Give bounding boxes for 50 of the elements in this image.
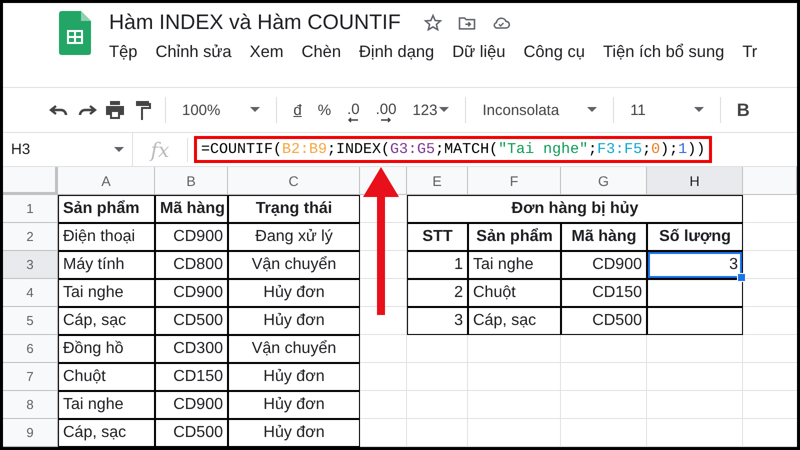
- increase-decimals-button[interactable]: .00: [370, 94, 402, 126]
- column-header[interactable]: G: [561, 167, 647, 195]
- cell-reference: H3: [11, 141, 30, 158]
- currency-button[interactable]: đ: [287, 98, 308, 122]
- row-header[interactable]: 3: [3, 251, 58, 279]
- menu-item[interactable]: Xem: [250, 41, 293, 64]
- caret-icon: [587, 107, 598, 113]
- font-size-dropdown[interactable]: 11: [624, 98, 710, 122]
- print-icon[interactable]: [103, 98, 127, 122]
- percent-button[interactable]: %: [312, 98, 338, 122]
- column-header[interactable]: C: [228, 167, 360, 195]
- caret-icon: [250, 107, 260, 113]
- menu-item[interactable]: Tr: [742, 41, 766, 64]
- header-bar: [743, 167, 797, 195]
- menu-item[interactable]: Chỉnh sửa: [155, 41, 241, 64]
- column-header[interactable]: A: [58, 167, 155, 195]
- menu-item[interactable]: Tệp: [109, 41, 146, 64]
- column-header[interactable]: E: [407, 167, 468, 195]
- font-dropdown[interactable]: Inconsolata: [476, 98, 604, 122]
- caret-icon: [694, 107, 704, 113]
- caret-icon: [439, 107, 450, 113]
- right-arrow-icon: [379, 116, 393, 122]
- left-arrow-icon: [347, 116, 360, 122]
- menu-item[interactable]: Dữ liệu: [452, 41, 514, 64]
- menu-item[interactable]: Định dạng: [359, 41, 444, 64]
- star-icon[interactable]: [422, 13, 443, 33]
- menu-item[interactable]: Chèn: [302, 41, 350, 64]
- row-header[interactable]: 5: [3, 307, 58, 335]
- document-title[interactable]: Hàm INDEX và Hàm COUNTIF: [109, 11, 401, 35]
- name-box[interactable]: H3: [3, 133, 133, 166]
- menu-item[interactable]: Công cụ: [523, 41, 594, 64]
- column-header[interactable]: B: [155, 167, 228, 195]
- row-header[interactable]: 7: [3, 363, 58, 391]
- number-format-dropdown[interactable]: 123: [406, 98, 456, 122]
- row-header[interactable]: 1: [3, 195, 58, 223]
- function-label: fx: [133, 138, 188, 162]
- zoom-dropdown[interactable]: 100%: [176, 98, 266, 122]
- column-header[interactable]: H: [647, 167, 743, 195]
- bold-button[interactable]: B: [730, 96, 756, 124]
- row-header[interactable]: 6: [3, 335, 58, 363]
- menu-item[interactable]: Tiện ích bổ sung: [602, 41, 734, 64]
- row-header[interactable]: 4: [3, 279, 58, 307]
- formula-input[interactable]: =COUNTIF(B2:B9;INDEX(G3:G5;MATCH("Tai nghe";F3:F5;0);1)): [194, 136, 712, 163]
- sheets-logo-icon[interactable]: [59, 11, 91, 55]
- column-header[interactable]: F: [468, 167, 561, 195]
- row-header[interactable]: 2: [3, 223, 58, 251]
- row-header[interactable]: 8: [3, 391, 58, 419]
- row-header[interactable]: 9: [3, 419, 58, 447]
- decrease-decimals-button[interactable]: .0: [341, 94, 366, 126]
- caret-icon: [114, 146, 124, 152]
